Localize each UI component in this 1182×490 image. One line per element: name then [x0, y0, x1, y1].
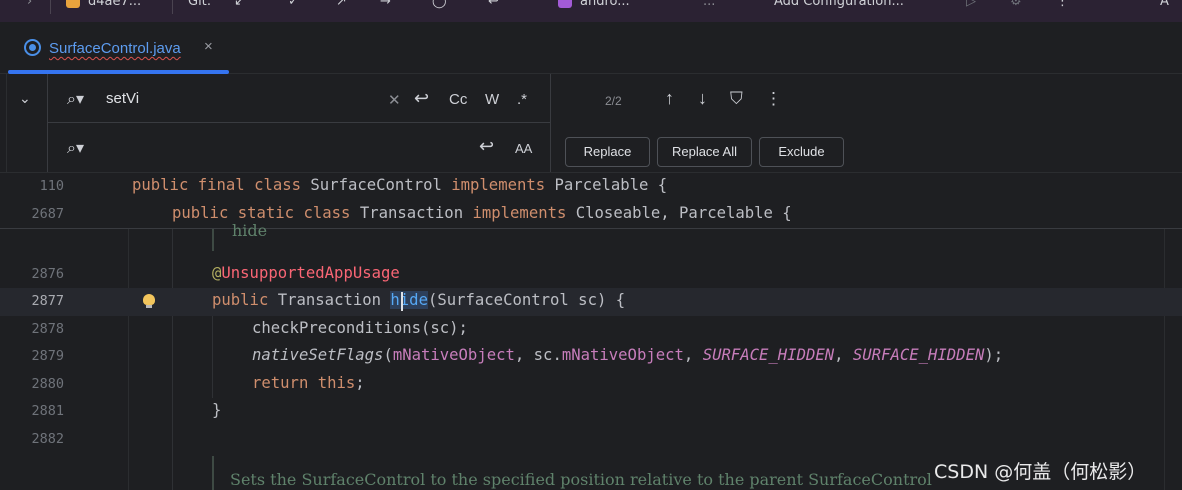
git-menu[interactable]: Git:	[188, 0, 211, 9]
code-line: @UnsupportedAppUsage	[212, 264, 400, 282]
divider	[50, 0, 51, 14]
watermark: CSDN @何盖（何松影）	[934, 461, 1147, 483]
run-icon[interactable]: ▷	[966, 0, 976, 9]
commit-icon[interactable]: ✓	[288, 0, 299, 9]
code-line: checkPreconditions(sc);	[252, 319, 468, 337]
tab-label: SurfaceControl.java	[49, 40, 181, 57]
new-line-icon[interactable]: ↩	[414, 88, 429, 109]
debug-icon[interactable]: ⚙	[1010, 0, 1022, 9]
text-caret	[401, 292, 403, 311]
find-fields	[47, 74, 551, 172]
lightbulb-icon[interactable]	[142, 294, 156, 308]
sticky-scroll-header: 110 public final class SurfaceControl im…	[0, 172, 1182, 229]
close-icon[interactable]: ×	[204, 38, 213, 55]
exclude-button[interactable]: Exclude	[759, 137, 844, 167]
project-badge-icon	[66, 0, 80, 8]
match-count: 2/2	[605, 94, 622, 108]
replace-all-button[interactable]: Replace All	[657, 137, 752, 167]
regex-toggle[interactable]: .*	[517, 91, 527, 108]
find-replace-panel: ⌄ ⌕▾ setVi ✕ ↩ Cc W .* ⌕▾ ↩ AA 2/2 ↑ ↓ ⛉…	[0, 74, 1182, 178]
module-badge-icon	[558, 0, 572, 8]
java-class-icon	[24, 39, 41, 56]
code-row[interactable]: 2877 public Transaction hide(SurfaceCont…	[0, 288, 1182, 316]
top-toolbar: › d4ae7... Git: ↙ ✓ ↗ → ◯ ↩ andro... ...…	[0, 0, 1182, 22]
tab-surfacecontrol-java[interactable]: SurfaceControl.java ×	[8, 22, 229, 74]
search-icon[interactable]: ⌕▾	[67, 89, 84, 109]
line-number: 110	[39, 178, 64, 194]
line-number: 2881	[31, 403, 64, 419]
run-config-select[interactable]: Add Configuration...	[774, 0, 904, 9]
more-options-icon[interactable]: ⋮	[765, 89, 782, 109]
line-number: 2876	[31, 266, 64, 282]
translate-icon[interactable]: A	[1160, 0, 1169, 9]
code-line: public final class SurfaceControl implem…	[132, 176, 668, 194]
search-input[interactable]: setVi	[106, 90, 139, 107]
back-arrow-icon[interactable]: ›	[27, 0, 32, 9]
line-number: 2877	[31, 293, 64, 309]
javadoc-tag: hide	[232, 221, 268, 240]
arrow-up-icon[interactable]: ↑	[665, 88, 674, 109]
history-icon[interactable]: ◯	[432, 0, 447, 9]
code-line: public Transaction hide(SurfaceControl s…	[212, 291, 626, 309]
clear-icon[interactable]: ✕	[388, 91, 401, 109]
code-row[interactable]: 2881 }	[0, 398, 1182, 426]
code-row[interactable]: 2882	[0, 426, 1182, 454]
line-number: 2687	[31, 206, 64, 222]
replace-button[interactable]: Replace	[565, 137, 650, 167]
code-row[interactable]: 2876 @UnsupportedAppUsage	[0, 261, 1182, 289]
code-line: }	[212, 401, 222, 419]
more-icon[interactable]: ...	[703, 0, 715, 9]
line-number: 2880	[31, 376, 64, 392]
line-number: 2882	[31, 431, 64, 447]
arrow-down-icon[interactable]: ↓	[698, 88, 707, 109]
filter-icon[interactable]: ⛉	[730, 89, 743, 109]
more-actions-icon[interactable]: ⋮	[1056, 0, 1069, 9]
code-line: nativeSetFlags(mNativeObject, sc.mNative…	[252, 346, 1004, 364]
line-number: 2878	[31, 321, 64, 337]
update-icon[interactable]: ↙	[234, 0, 245, 9]
code-row[interactable]: 2880 return this;	[0, 371, 1182, 399]
code-line: public static class Transaction implemen…	[172, 204, 792, 222]
divider	[172, 0, 173, 14]
javadoc-comment: Sets the SurfaceControl to the specified…	[230, 470, 932, 489]
preserve-case-toggle[interactable]: AA	[515, 141, 532, 156]
push-icon[interactable]: ↗	[336, 0, 347, 9]
sticky-line[interactable]: 110 public final class SurfaceControl im…	[0, 173, 1182, 201]
sticky-line[interactable]: 2687 public static class Transaction imp…	[0, 201, 1182, 229]
project-name[interactable]: d4ae7...	[88, 0, 141, 9]
rollback-icon[interactable]: ↩	[488, 0, 499, 9]
new-line-icon[interactable]: ↩	[479, 136, 494, 157]
line-number: 2879	[31, 348, 64, 364]
editor-tabs: SurfaceControl.java ×	[0, 22, 1182, 74]
code-row[interactable]: 2878 checkPreconditions(sc);	[0, 316, 1182, 344]
code-row[interactable]: 2879 nativeSetFlags(mNativeObject, sc.mN…	[0, 343, 1182, 371]
module-name[interactable]: andro...	[580, 0, 630, 9]
chevron-down-icon[interactable]: ⌄	[19, 90, 31, 107]
pull-icon[interactable]: →	[380, 0, 391, 9]
whole-words-toggle[interactable]: W	[485, 91, 499, 108]
code-line: return this;	[252, 374, 365, 392]
search-icon[interactable]: ⌕▾	[67, 138, 84, 158]
match-case-toggle[interactable]: Cc	[449, 91, 467, 108]
